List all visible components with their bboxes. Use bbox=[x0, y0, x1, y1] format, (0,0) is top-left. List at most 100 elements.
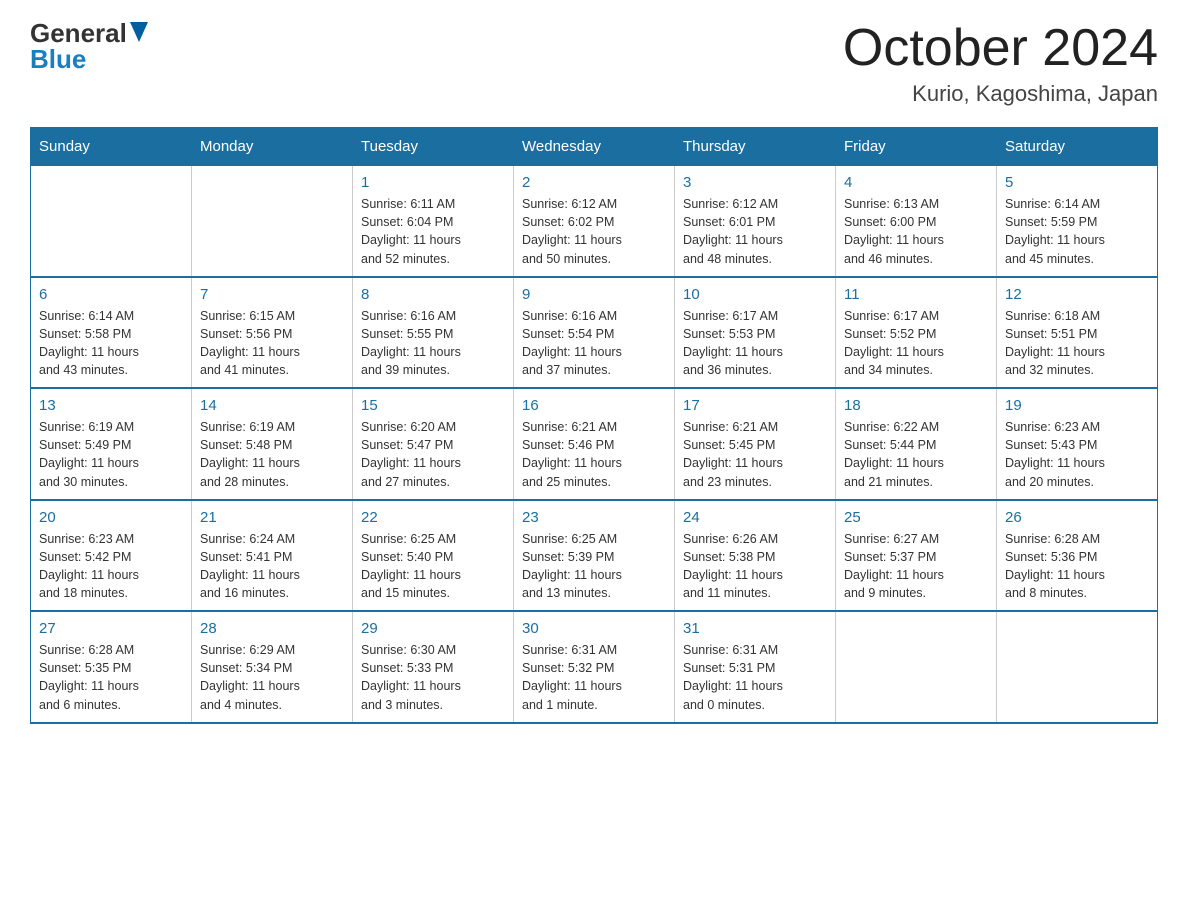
table-row: 1 Sunrise: 6:11 AMSunset: 6:04 PMDaylight… bbox=[353, 166, 514, 277]
day-info: Sunrise: 6:31 AMSunset: 5:32 PMDaylight:… bbox=[522, 641, 666, 714]
day-number: 23 bbox=[522, 509, 666, 526]
table-row: 8 Sunrise: 6:16 AMSunset: 5:55 PMDaylight… bbox=[353, 277, 514, 389]
day-number: 2 bbox=[522, 174, 666, 191]
day-number: 11 bbox=[844, 286, 988, 303]
day-number: 29 bbox=[361, 620, 505, 637]
day-number: 10 bbox=[683, 286, 827, 303]
day-number: 20 bbox=[39, 509, 183, 526]
table-row: 31Sunrise: 6:31 AMSunset: 5:31 PMDayligh… bbox=[675, 611, 836, 723]
table-row: 4 Sunrise: 6:13 AMSunset: 6:00 PMDaylight… bbox=[836, 166, 997, 277]
day-number: 25 bbox=[844, 509, 988, 526]
day-number: 4 bbox=[844, 174, 988, 191]
day-number: 16 bbox=[522, 397, 666, 414]
calendar-week-row: 6 Sunrise: 6:14 AMSunset: 5:58 PMDaylight… bbox=[31, 277, 1158, 389]
table-row bbox=[31, 166, 192, 277]
table-row: 20Sunrise: 6:23 AMSunset: 5:42 PMDayligh… bbox=[31, 500, 192, 612]
calendar-week-row: 13Sunrise: 6:19 AMSunset: 5:49 PMDayligh… bbox=[31, 388, 1158, 500]
page-subtitle: Kurio, Kagoshima, Japan bbox=[843, 81, 1158, 107]
table-row: 21Sunrise: 6:24 AMSunset: 5:41 PMDayligh… bbox=[192, 500, 353, 612]
day-info: Sunrise: 6:24 AMSunset: 5:41 PMDaylight:… bbox=[200, 530, 344, 603]
logo-blue-text: Blue bbox=[30, 46, 86, 72]
table-row: 30 Sunrise: 6:31 AMSunset: 5:32 PMDayligh… bbox=[514, 611, 675, 723]
day-number: 5 bbox=[1005, 174, 1149, 191]
day-number: 13 bbox=[39, 397, 183, 414]
table-row bbox=[997, 611, 1158, 723]
table-row: 29 Sunrise: 6:30 AMSunset: 5:33 PMDayligh… bbox=[353, 611, 514, 723]
col-monday: Monday bbox=[192, 128, 353, 166]
title-area: October 2024 Kurio, Kagoshima, Japan bbox=[843, 20, 1158, 107]
table-row: 5Sunrise: 6:14 AMSunset: 5:59 PMDaylight… bbox=[997, 166, 1158, 277]
col-thursday: Thursday bbox=[675, 128, 836, 166]
day-info: Sunrise: 6:25 AMSunset: 5:39 PMDaylight:… bbox=[522, 530, 666, 603]
table-row bbox=[836, 611, 997, 723]
day-number: 1 bbox=[361, 174, 505, 191]
day-number: 17 bbox=[683, 397, 827, 414]
day-number: 27 bbox=[39, 620, 183, 637]
day-info: Sunrise: 6:14 AMSunset: 5:58 PMDaylight:… bbox=[39, 307, 183, 380]
header: General Blue October 2024 Kurio, Kagoshi… bbox=[30, 20, 1158, 107]
day-number: 7 bbox=[200, 286, 344, 303]
table-row: 11 Sunrise: 6:17 AMSunset: 5:52 PMDayligh… bbox=[836, 277, 997, 389]
day-info: Sunrise: 6:28 AMSunset: 5:36 PMDaylight:… bbox=[1005, 530, 1149, 603]
day-info: Sunrise: 6:21 AMSunset: 5:46 PMDaylight:… bbox=[522, 418, 666, 491]
day-number: 19 bbox=[1005, 397, 1149, 414]
day-info: Sunrise: 6:27 AMSunset: 5:37 PMDaylight:… bbox=[844, 530, 988, 603]
table-row: 9 Sunrise: 6:16 AMSunset: 5:54 PMDaylight… bbox=[514, 277, 675, 389]
day-info: Sunrise: 6:25 AMSunset: 5:40 PMDaylight:… bbox=[361, 530, 505, 603]
table-row bbox=[192, 166, 353, 277]
day-number: 8 bbox=[361, 286, 505, 303]
day-number: 31 bbox=[683, 620, 827, 637]
logo: General Blue bbox=[30, 20, 148, 72]
col-tuesday: Tuesday bbox=[353, 128, 514, 166]
day-info: Sunrise: 6:17 AMSunset: 5:52 PMDaylight:… bbox=[844, 307, 988, 380]
day-info: Sunrise: 6:29 AMSunset: 5:34 PMDaylight:… bbox=[200, 641, 344, 714]
col-friday: Friday bbox=[836, 128, 997, 166]
day-number: 9 bbox=[522, 286, 666, 303]
table-row: 23 Sunrise: 6:25 AMSunset: 5:39 PMDayligh… bbox=[514, 500, 675, 612]
calendar-table: Sunday Monday Tuesday Wednesday Thursday… bbox=[30, 127, 1158, 724]
day-number: 30 bbox=[522, 620, 666, 637]
col-saturday: Saturday bbox=[997, 128, 1158, 166]
calendar-week-row: 1 Sunrise: 6:11 AMSunset: 6:04 PMDaylight… bbox=[31, 166, 1158, 277]
table-row: 19 Sunrise: 6:23 AMSunset: 5:43 PMDayligh… bbox=[997, 388, 1158, 500]
day-info: Sunrise: 6:12 AMSunset: 6:01 PMDaylight:… bbox=[683, 195, 827, 268]
table-row: 27 Sunrise: 6:28 AMSunset: 5:35 PMDayligh… bbox=[31, 611, 192, 723]
day-info: Sunrise: 6:13 AMSunset: 6:00 PMDaylight:… bbox=[844, 195, 988, 268]
day-info: Sunrise: 6:16 AMSunset: 5:55 PMDaylight:… bbox=[361, 307, 505, 380]
day-info: Sunrise: 6:23 AMSunset: 5:43 PMDaylight:… bbox=[1005, 418, 1149, 491]
day-info: Sunrise: 6:22 AMSunset: 5:44 PMDaylight:… bbox=[844, 418, 988, 491]
day-info: Sunrise: 6:26 AMSunset: 5:38 PMDaylight:… bbox=[683, 530, 827, 603]
table-row: 26 Sunrise: 6:28 AMSunset: 5:36 PMDayligh… bbox=[997, 500, 1158, 612]
calendar-header-row: Sunday Monday Tuesday Wednesday Thursday… bbox=[31, 128, 1158, 166]
day-number: 28 bbox=[200, 620, 344, 637]
table-row: 7Sunrise: 6:15 AMSunset: 5:56 PMDaylight… bbox=[192, 277, 353, 389]
day-info: Sunrise: 6:21 AMSunset: 5:45 PMDaylight:… bbox=[683, 418, 827, 491]
day-number: 6 bbox=[39, 286, 183, 303]
table-row: 14Sunrise: 6:19 AMSunset: 5:48 PMDayligh… bbox=[192, 388, 353, 500]
table-row: 12 Sunrise: 6:18 AMSunset: 5:51 PMDayligh… bbox=[997, 277, 1158, 389]
col-wednesday: Wednesday bbox=[514, 128, 675, 166]
day-info: Sunrise: 6:20 AMSunset: 5:47 PMDaylight:… bbox=[361, 418, 505, 491]
day-info: Sunrise: 6:19 AMSunset: 5:48 PMDaylight:… bbox=[200, 418, 344, 491]
day-info: Sunrise: 6:30 AMSunset: 5:33 PMDaylight:… bbox=[361, 641, 505, 714]
table-row: 3 Sunrise: 6:12 AMSunset: 6:01 PMDaylight… bbox=[675, 166, 836, 277]
table-row: 10 Sunrise: 6:17 AMSunset: 5:53 PMDayligh… bbox=[675, 277, 836, 389]
day-number: 18 bbox=[844, 397, 988, 414]
table-row: 28 Sunrise: 6:29 AMSunset: 5:34 PMDayligh… bbox=[192, 611, 353, 723]
table-row: 6 Sunrise: 6:14 AMSunset: 5:58 PMDaylight… bbox=[31, 277, 192, 389]
table-row: 16 Sunrise: 6:21 AMSunset: 5:46 PMDayligh… bbox=[514, 388, 675, 500]
day-info: Sunrise: 6:28 AMSunset: 5:35 PMDaylight:… bbox=[39, 641, 183, 714]
logo-general-text: General bbox=[30, 20, 127, 46]
day-info: Sunrise: 6:16 AMSunset: 5:54 PMDaylight:… bbox=[522, 307, 666, 380]
table-row: 22Sunrise: 6:25 AMSunset: 5:40 PMDayligh… bbox=[353, 500, 514, 612]
col-sunday: Sunday bbox=[31, 128, 192, 166]
table-row: 24Sunrise: 6:26 AMSunset: 5:38 PMDayligh… bbox=[675, 500, 836, 612]
day-number: 12 bbox=[1005, 286, 1149, 303]
calendar-week-row: 20Sunrise: 6:23 AMSunset: 5:42 PMDayligh… bbox=[31, 500, 1158, 612]
day-info: Sunrise: 6:18 AMSunset: 5:51 PMDaylight:… bbox=[1005, 307, 1149, 380]
day-number: 3 bbox=[683, 174, 827, 191]
table-row: 2Sunrise: 6:12 AMSunset: 6:02 PMDaylight… bbox=[514, 166, 675, 277]
day-number: 26 bbox=[1005, 509, 1149, 526]
day-info: Sunrise: 6:17 AMSunset: 5:53 PMDaylight:… bbox=[683, 307, 827, 380]
day-info: Sunrise: 6:11 AMSunset: 6:04 PMDaylight:… bbox=[361, 195, 505, 268]
